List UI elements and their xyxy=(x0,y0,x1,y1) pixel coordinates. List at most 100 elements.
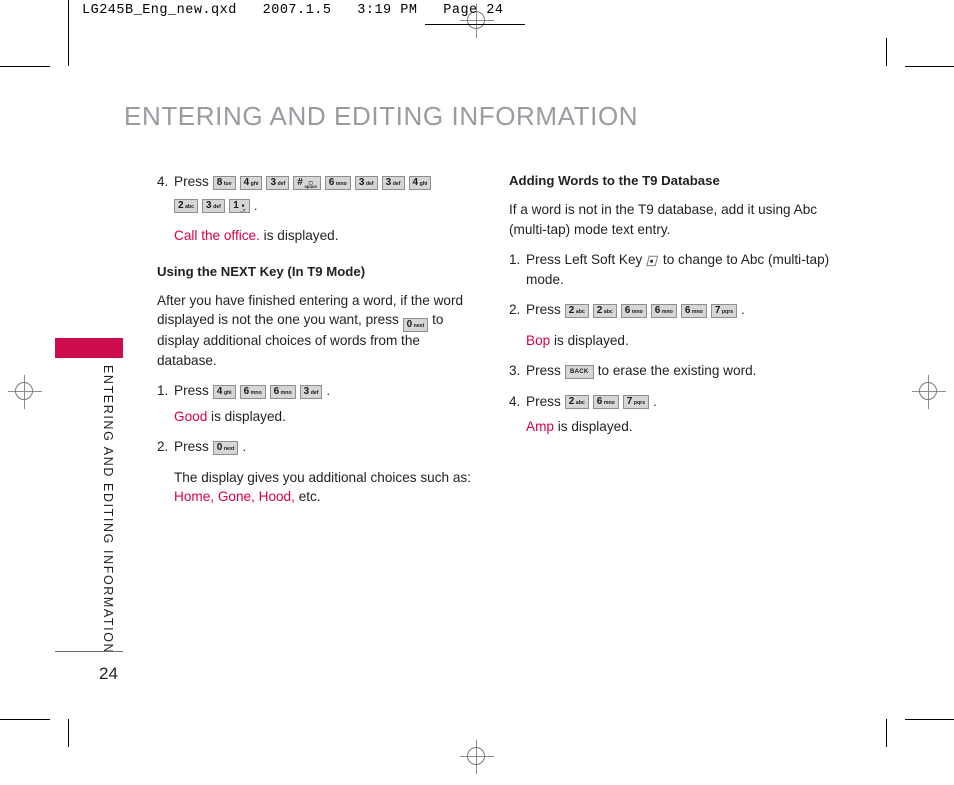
right-step-1: 1. Press Left Soft Key to change to Abc … xyxy=(509,250,839,289)
sentence-period: . xyxy=(741,302,745,317)
key-hash-space: # ▢ space xyxy=(293,175,321,190)
key-2: 2 abc xyxy=(564,395,589,410)
crop-mark-bottom-left-h xyxy=(0,719,50,720)
text-after: to erase the existing word. xyxy=(597,363,757,378)
left-step-4: 4. Press 8 tuv 4 ghi 3 def # ▢ space 6 mno 3 de… xyxy=(157,172,477,215)
keys-row: Press 2 abc 6 mno 7 pqrs . xyxy=(526,392,839,412)
crop-mark-bottom-right-v xyxy=(886,719,887,747)
crop-mark-top-left-v xyxy=(68,38,69,66)
keys-row-2: 2 abc 3 def 1 ■.,? . xyxy=(174,196,477,216)
key-4: 4 ghi xyxy=(239,175,263,190)
key-6: 6 mno xyxy=(620,303,647,318)
key-6: 6 mno xyxy=(239,384,266,399)
key-3b: 3 def xyxy=(354,175,378,190)
chapter-tab xyxy=(55,338,123,358)
step-number: 4. xyxy=(157,174,169,189)
key-3d: 3 def xyxy=(202,199,225,214)
left-section-heading: Using the NEXT Key (In T9 Mode) xyxy=(157,263,366,279)
crop-mark-top-left-h xyxy=(0,66,50,67)
right-intro-paragraph: If a word is not in the T9 database, add… xyxy=(509,202,818,237)
keys-row-1: Press 8 tuv 4 ghi 3 def # ▢ space 6 mno 3 def 3… xyxy=(174,172,477,192)
slug-left-rule xyxy=(68,0,69,40)
press-label: Press xyxy=(526,363,561,378)
left-step-1: 1. Press 4 ghi 6 mno 6 mno 3 def . xyxy=(157,381,477,401)
right-step-2-result: Bop is displayed. xyxy=(509,331,839,351)
crop-mark-bottom-left-v xyxy=(68,719,69,747)
step-number: 2. xyxy=(157,439,169,454)
result-word: Call the office. xyxy=(174,228,260,243)
sentence-period: . xyxy=(326,383,331,398)
registration-mark-right xyxy=(912,375,946,409)
chapter-side-label: ENTERING AND EDITING INFORMATION xyxy=(101,365,115,655)
key-6: 6 mno xyxy=(324,175,351,190)
result-text: is displayed. xyxy=(211,408,286,424)
page-number: 24 xyxy=(99,664,118,683)
press-label: Press xyxy=(174,439,209,454)
key-2b: 2 abc xyxy=(592,303,617,318)
press-label: Press xyxy=(174,383,209,398)
key-4b: 4 ghi xyxy=(408,175,432,190)
left-step-2: 2. Press 0 next . xyxy=(157,437,477,457)
press-label: Press xyxy=(526,302,561,317)
step-number: 4. xyxy=(509,393,521,409)
step-number: 3. xyxy=(509,363,521,378)
result-text: is displayed. xyxy=(557,419,633,434)
left-step-2-result: The display gives you additional choices… xyxy=(157,468,477,507)
step-number: 2. xyxy=(509,302,521,317)
left-soft-key-icon xyxy=(646,253,659,267)
result-tail: etc. xyxy=(298,489,321,504)
left-intro-paragraph: After you have finished entering a word,… xyxy=(157,291,477,371)
result-word: Amp xyxy=(526,419,554,434)
keys-row: Press 4 ghi 6 mno 6 mno 3 def . xyxy=(174,381,477,401)
registration-mark-bottom xyxy=(460,740,494,774)
right-step-3: 3. Press BACK to erase the existing word… xyxy=(509,361,839,381)
sentence-period: . xyxy=(653,393,657,409)
key-7: 7 pqrs xyxy=(622,395,650,410)
key-6b: 6 mno xyxy=(269,384,296,399)
key-3c: 3 def xyxy=(381,175,405,190)
right-step-4: 4. Press 2 abc 6 mno 7 pqrs . xyxy=(509,392,839,412)
slug-underline xyxy=(425,24,525,25)
key-7: 7 pqrs xyxy=(710,303,738,318)
key-6: 6 mno xyxy=(592,395,619,410)
press-label: Press xyxy=(174,174,209,189)
keys-row: Press BACK to erase the existing word. xyxy=(526,361,839,381)
key-2: 2 abc xyxy=(174,199,199,214)
key-2: 2 abc xyxy=(564,303,589,318)
result-text: is displayed. xyxy=(263,228,339,243)
result-word: Home, Gone, Hood, xyxy=(174,489,295,504)
left-step-4-result: Call the office. is displayed. xyxy=(157,226,477,246)
sentence-period: . xyxy=(253,197,258,213)
key-3: 3 def xyxy=(299,384,323,399)
keys-row: Press 0 next . xyxy=(174,437,477,457)
press-label: Press xyxy=(526,393,561,409)
step-number: 1. xyxy=(509,252,521,267)
crop-mark-top-right-h xyxy=(905,66,954,67)
key-3: 3 def xyxy=(266,175,290,190)
page-title: ENTERING AND EDITING INFORMATION xyxy=(124,101,639,131)
result-text: The display gives you additional choices… xyxy=(174,469,471,485)
text-before: Press Left Soft Key xyxy=(526,252,643,267)
result-word: Good xyxy=(174,408,208,424)
key-8: 8 tuv xyxy=(212,175,236,190)
registration-mark-left xyxy=(8,375,42,409)
result-word: Bop xyxy=(526,332,551,348)
keys-row: Press 2 abc 2 abc 6 mno 6 mno 6 mno 7 pqrs . xyxy=(526,300,839,320)
left-step-1-result: Good is displayed. xyxy=(157,407,477,427)
printed-page: LG245B_Eng_new.qxd 2007.1.5 3:19 PM Page… xyxy=(0,0,954,785)
step-body: Press Left Soft Key to change to Abc (mu… xyxy=(526,250,839,289)
key-1: 1 ■.,? xyxy=(228,199,250,214)
sentence-period: . xyxy=(242,439,247,454)
left-column: 4. Press 8 tuv 4 ghi 3 def # ▢ space 6 mno 3 de… xyxy=(157,172,477,507)
right-step-2: 2. Press 2 abc 2 abc 6 mno 6 mno 6 mno 7 pqrs … xyxy=(509,300,839,320)
key-4: 4 ghi xyxy=(212,384,236,399)
key-0-next: 0 next xyxy=(212,440,239,455)
key-back-label: BACK xyxy=(569,368,589,375)
result-text: is displayed. xyxy=(553,332,629,348)
key-back: BACK xyxy=(564,364,594,379)
side-divider xyxy=(55,651,123,652)
printer-slug-text: LG245B_Eng_new.qxd 2007.1.5 3:19 PM Page… xyxy=(82,3,504,18)
key-0-next: 0 next xyxy=(402,318,429,332)
right-step-4-result: Amp is displayed. xyxy=(509,417,839,437)
key-6c: 6 mno xyxy=(680,303,707,318)
